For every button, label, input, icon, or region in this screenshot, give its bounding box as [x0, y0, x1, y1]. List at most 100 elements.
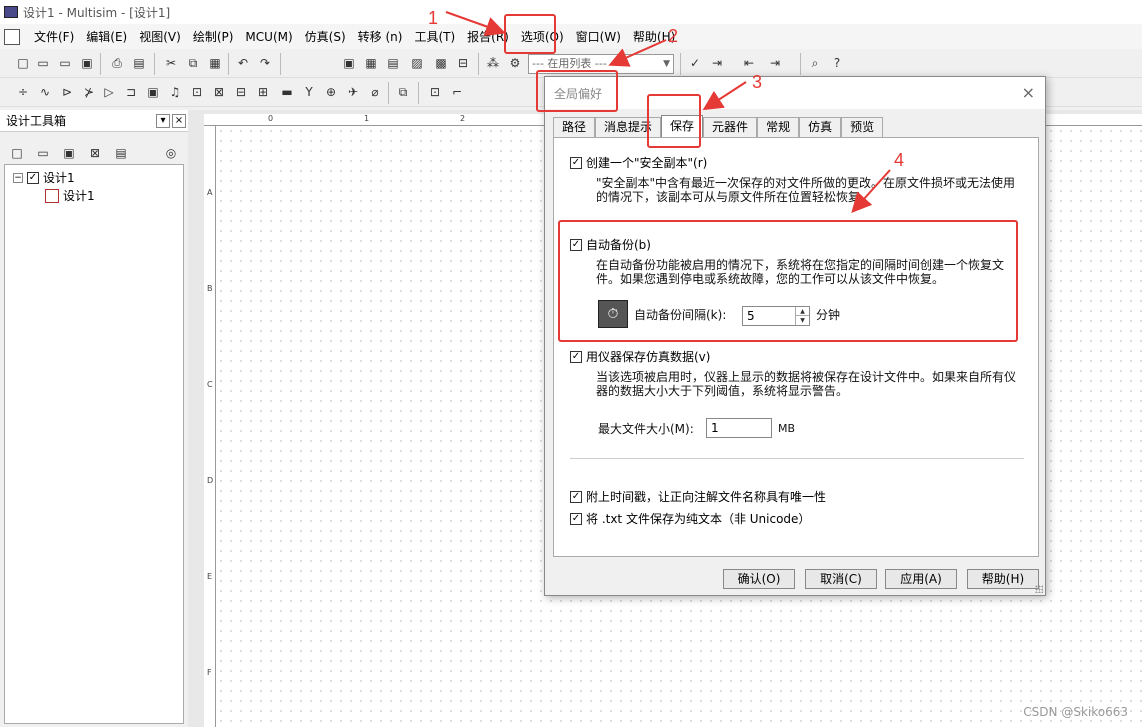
annotation-box-save-tab: [647, 94, 701, 148]
print-preview-icon[interactable]: ▤: [130, 54, 148, 72]
component-wizard-icon[interactable]: ⊟: [454, 54, 472, 72]
ruler-left-label: E: [207, 572, 213, 581]
hierarchy-icon[interactable]: ⁂: [484, 54, 502, 72]
close-design-icon[interactable]: ⊠: [86, 144, 104, 162]
print-icon[interactable]: ⎙: [108, 54, 126, 72]
new-file-icon[interactable]: □: [14, 54, 32, 72]
document-icon[interactable]: [4, 28, 20, 45]
ruler-top-label: 2: [460, 114, 466, 123]
design-tree: − ✓ 设计1 设计1: [4, 164, 184, 724]
find-examples-icon[interactable]: ⌕: [806, 54, 824, 72]
toolbox-icon[interactable]: ▣: [340, 54, 358, 72]
back-annotate-icon[interactable]: ⇤: [740, 54, 758, 72]
spreadsheet-icon[interactable]: ▦: [362, 54, 380, 72]
tab-general[interactable]: 常规: [757, 117, 800, 137]
analog-component-icon[interactable]: ▷: [100, 83, 118, 101]
menu-place[interactable]: 绘制(P): [187, 26, 240, 48]
annotation-number: 3: [752, 72, 763, 92]
help-button[interactable]: 帮助(H): [967, 569, 1039, 589]
checkbox-checked-icon[interactable]: ✓: [570, 490, 582, 503]
checkbox-checked-icon[interactable]: ✓: [570, 350, 582, 363]
ni-component-icon[interactable]: ✈: [344, 83, 362, 101]
instrument-data-checkbox[interactable]: ✓ 用仪器保存仿真数据(v): [570, 348, 710, 365]
max-file-size-input[interactable]: 1: [706, 418, 772, 438]
tab-components[interactable]: 元器件: [703, 117, 758, 137]
save-icon[interactable]: ▣: [78, 54, 96, 72]
tab-paths[interactable]: 路径: [553, 117, 596, 137]
erc-icon[interactable]: ✓: [686, 54, 704, 72]
design-toolbox-toolbar: □ ▭ ▣ ⊠ ▤ ◎: [0, 140, 188, 162]
menu-window[interactable]: 窗口(W): [570, 26, 627, 48]
hierarchy-view-icon[interactable]: ◎: [162, 144, 180, 162]
apply-button[interactable]: 应用(A): [885, 569, 957, 589]
menu-simulate[interactable]: 仿真(S): [299, 26, 352, 48]
database-icon[interactable]: ▤: [384, 54, 402, 72]
max-file-size-unit: MB: [778, 422, 796, 435]
max-file-size-label: 最大文件大小(M):: [598, 422, 694, 436]
cmos-component-icon[interactable]: ▣: [144, 83, 162, 101]
postprocessor-icon[interactable]: ▩: [432, 54, 450, 72]
ok-button[interactable]: 确认(O): [723, 569, 795, 589]
electromechanical-icon[interactable]: ⊕: [322, 83, 340, 101]
transistor-component-icon[interactable]: ⊁: [80, 83, 98, 101]
collapse-icon[interactable]: −: [13, 172, 23, 183]
hierarchical-block-icon[interactable]: ⊡: [426, 83, 444, 101]
title-bar: 设计1 - Multisim - [设计1]: [0, 0, 1142, 24]
misc-digital-icon[interactable]: ♫: [166, 83, 184, 101]
cut-icon[interactable]: ✂: [162, 54, 180, 72]
transfer-forward-icon[interactable]: ⇥: [708, 54, 726, 72]
tab-preview[interactable]: 预览: [841, 117, 884, 137]
txt-plain-checkbox[interactable]: ✓ 将 .txt 文件保存为纯文本（非 Unicode）: [570, 510, 810, 527]
menu-mcu[interactable]: MCU(M): [239, 26, 298, 48]
save-tab-panel: ✓ 创建一个"安全副本"(r) "安全副本"中含有最近一次保存的对文件所做的更改…: [553, 137, 1039, 557]
bus-icon[interactable]: ⌐: [448, 83, 466, 101]
diode-component-icon[interactable]: ⊳: [58, 83, 76, 101]
pin-icon[interactable]: ▾: [156, 114, 170, 128]
grapher-icon[interactable]: ▨: [408, 54, 426, 72]
tree-child-node[interactable]: 设计1: [45, 187, 95, 204]
open-folder-icon[interactable]: ▭: [34, 54, 52, 72]
indicator-component-icon[interactable]: ⊠: [210, 83, 228, 101]
save-design-icon[interactable]: ▣: [60, 144, 78, 162]
menu-edit[interactable]: 编辑(E): [80, 26, 133, 48]
menu-transfer[interactable]: 转移 (n): [352, 26, 409, 48]
schematic-doc-icon: [45, 188, 59, 203]
tab-simulation[interactable]: 仿真: [799, 117, 842, 137]
paste-icon[interactable]: ▦: [206, 54, 224, 72]
open-sample-icon[interactable]: ▭: [56, 54, 74, 72]
component-icon[interactable]: ⚙: [506, 54, 524, 72]
safety-copy-description: "安全副本"中含有最近一次保存的对文件所做的更改。在原文件损坏或无法使用的情况下…: [596, 176, 1016, 204]
mixed-component-icon[interactable]: ⊡: [188, 83, 206, 101]
new-design-icon[interactable]: □: [8, 144, 26, 162]
connector-component-icon[interactable]: ⌀: [366, 83, 384, 101]
open-design-icon[interactable]: ▭: [34, 144, 52, 162]
close-icon[interactable]: ×: [1022, 83, 1035, 102]
tree-root-node[interactable]: − ✓ 设计1: [13, 169, 75, 186]
safety-copy-checkbox[interactable]: ✓ 创建一个"安全副本"(r): [570, 154, 707, 171]
mcu-component-icon[interactable]: ⧉: [394, 83, 412, 101]
basic-component-icon[interactable]: ∿: [36, 83, 54, 101]
forward-annotate-icon[interactable]: ⇥: [766, 54, 784, 72]
resize-grip-icon[interactable]: [1035, 585, 1043, 593]
cancel-button[interactable]: 取消(C): [805, 569, 877, 589]
ttl-component-icon[interactable]: ⊐: [122, 83, 140, 101]
checkbox-checked-icon[interactable]: ✓: [570, 512, 582, 525]
timestamp-checkbox[interactable]: ✓ 附上时间戳，让正向注解文件名称具有唯一性: [570, 488, 826, 505]
tree-child-label: 设计1: [63, 189, 95, 203]
undo-icon[interactable]: ↶: [234, 54, 252, 72]
power-component-icon[interactable]: ⊟: [232, 83, 250, 101]
checkbox-checked-icon[interactable]: ✓: [570, 156, 582, 169]
source-component-icon[interactable]: ÷: [14, 83, 32, 101]
menu-file[interactable]: 文件(F): [28, 26, 80, 48]
menu-view[interactable]: 视图(V): [133, 26, 187, 48]
misc-component-icon[interactable]: ⊞: [254, 83, 272, 101]
copy-icon[interactable]: ⧉: [184, 54, 202, 72]
advanced-peripherals-icon[interactable]: ▬: [278, 83, 296, 101]
rf-component-icon[interactable]: Y: [300, 83, 318, 101]
close-icon[interactable]: ×: [172, 114, 186, 128]
help-icon[interactable]: ?: [828, 54, 846, 72]
max-file-size-value[interactable]: 1: [711, 421, 719, 435]
ruler-left-label: A: [207, 188, 213, 197]
redo-icon[interactable]: ↷: [256, 54, 274, 72]
checkbox-icon[interactable]: ✓: [27, 171, 39, 184]
